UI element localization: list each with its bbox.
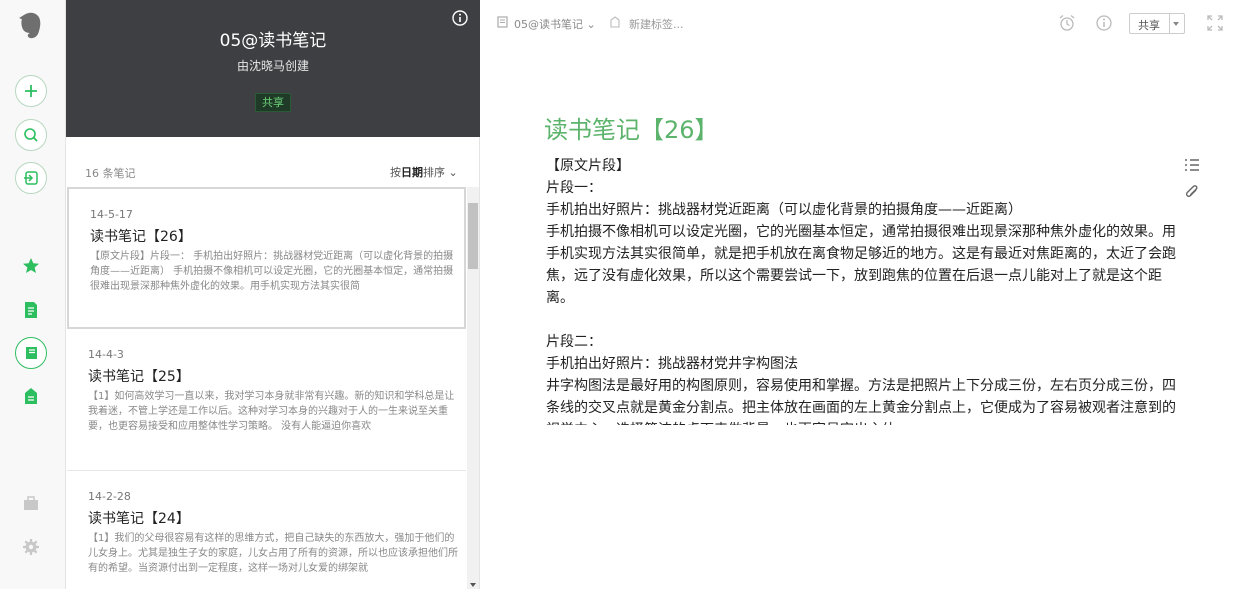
note-snippet: 【原文片段】片段一： 手机拍出好照片：挑战器材党近距离（可以虚化背景的拍摄角度—…: [90, 251, 454, 292]
note-date: 14-5-17: [90, 208, 133, 221]
note-paragraph: 井字构图法是最好用的构图原则，容易使用和掌握。方法是把照片上下分成三份，左右页分…: [546, 378, 1176, 425]
note-card[interactable]: 14-2-28 读书笔记【24】 【1】我们的父母很容易有这样的思维方式，把自己…: [67, 471, 466, 589]
settings-button[interactable]: [15, 531, 47, 563]
share-button[interactable]: 共享: [1129, 13, 1185, 34]
note-count: 16 条笔记: [85, 167, 136, 180]
note-title-heading[interactable]: 读书笔记【26】: [544, 110, 719, 145]
sort-prefix: 按: [390, 166, 401, 179]
app-window: 05@读书笔记 由沈晓马创建 共享 16 条笔记 按日期排序 ⌄ 14-5-17…: [0, 0, 1240, 589]
left-rail: [0, 0, 66, 589]
attachment-icon[interactable]: [1184, 184, 1200, 200]
work-chat-button[interactable]: [15, 162, 47, 194]
chevron-down-icon: ⌄: [448, 166, 458, 179]
tag-icon: [25, 388, 37, 404]
note-title: 读书笔记【24】: [88, 511, 190, 527]
tag-icon: [610, 16, 620, 28]
evernote-logo-icon[interactable]: [15, 10, 47, 42]
briefcase-icon: [24, 496, 38, 510]
gear-icon: [23, 539, 39, 555]
fullscreen-icon[interactable]: [1206, 14, 1224, 32]
chevron-down-icon: ⌄: [586, 18, 596, 31]
notebook-header: 05@读书笔记 由沈晓马创建 共享: [66, 0, 480, 137]
editor-toolbar: 05@读书笔记 ⌄ 新建标签... 共享: [481, 0, 1240, 46]
search-button[interactable]: [15, 119, 47, 151]
note-card[interactable]: 14-4-3 读书笔记【25】 【1】如何高效学习一直以来，我对学习本身就非常有…: [67, 329, 466, 471]
note-list-bar: 16 条笔记 按日期排序 ⌄: [66, 137, 480, 185]
note-title: 读书笔记【25】: [88, 369, 190, 385]
note-paragraph: 手机拍摄不像相机可以设定光圈，它的光圈基本恒定，通常拍摄很难出现景深那种焦外虚化…: [546, 224, 1176, 306]
note-body[interactable]: 【原文片段】 片段一： 手机拍出好照片：挑战器材党近距离（可以虚化背景的拍摄角度…: [546, 155, 1176, 425]
note-date: 14-2-28: [88, 490, 131, 503]
sort-dropdown[interactable]: 按日期排序 ⌄: [390, 164, 458, 180]
note-cards: 14-5-17 读书笔记【26】 【原文片段】片段一： 手机拍出好照片：挑战器材…: [66, 187, 466, 589]
note-paragraph: [546, 309, 1176, 331]
note-paragraph: 手机拍出好照片：挑战器材党井字构图法: [546, 356, 798, 372]
info-icon[interactable]: [1095, 14, 1113, 32]
chat-icon: [24, 171, 38, 185]
note-paragraph: 片段一：: [546, 180, 602, 196]
sort-key: 日期: [401, 166, 423, 179]
notebook-selector[interactable]: 05@读书笔记 ⌄: [514, 16, 596, 32]
reminder-alarm-icon[interactable]: [1058, 14, 1076, 32]
note-editor: 05@读书笔记 ⌄ 新建标签... 共享 读书笔记【26】 【原文片段】 片段一…: [481, 0, 1240, 589]
notebook-share-badge[interactable]: 共享: [255, 93, 291, 112]
new-tag-input[interactable]: 新建标签...: [629, 16, 684, 32]
shortcuts-button[interactable]: [15, 250, 47, 282]
sort-suffix: 排序: [423, 166, 445, 179]
notebook-icon: [26, 347, 37, 359]
notebook-icon: [497, 16, 508, 28]
note-paragraph: 手机拍出好照片：挑战器材党近距离（可以虚化背景的拍摄角度——近距离）: [546, 202, 1022, 218]
info-icon[interactable]: [452, 10, 468, 26]
notebook-creator: 由沈晓马创建: [236, 59, 309, 73]
note-snippet: 【1】如何高效学习一直以来，我对学习本身就非常有兴趣。新的知识和学科总是让我着迷…: [88, 391, 455, 432]
scrollbar-thumb[interactable]: [468, 203, 478, 269]
share-button-label: 共享: [1138, 19, 1160, 32]
note-title: 读书笔记【26】: [90, 229, 192, 245]
note-paragraph: 片段二：: [546, 334, 602, 350]
tags-button[interactable]: [15, 380, 47, 412]
note-card[interactable]: 14-5-17 读书笔记【26】 【原文片段】片段一： 手机拍出好照片：挑战器材…: [67, 187, 466, 329]
chevron-down-icon[interactable]: [1173, 22, 1179, 26]
note-snippet: 【1】我们的父母很容易有这样的思维方式，把自己缺失的东西放大，强加于他们的儿女身…: [88, 533, 458, 574]
notes-button[interactable]: [15, 294, 47, 326]
list-format-icon[interactable]: [1184, 157, 1200, 173]
note-paragraph: 【原文片段】: [546, 158, 630, 174]
note-list-panel: 16 条笔记 按日期排序 ⌄ 14-5-17 读书笔记【26】 【原文片段】片段…: [66, 137, 480, 589]
note-icon: [25, 302, 37, 318]
star-icon: [23, 258, 39, 273]
market-button[interactable]: [15, 487, 47, 519]
note-date: 14-4-3: [88, 348, 124, 361]
search-icon: [24, 128, 38, 142]
note-list-scrollbar[interactable]: [467, 187, 479, 589]
scroll-down-arrow-icon[interactable]: [470, 583, 476, 587]
notebook-selector-label: 05@读书笔记: [514, 18, 583, 31]
notebooks-button[interactable]: [15, 337, 47, 369]
new-note-button[interactable]: [15, 75, 47, 107]
notebook-title: 05@读书笔记: [219, 31, 327, 51]
